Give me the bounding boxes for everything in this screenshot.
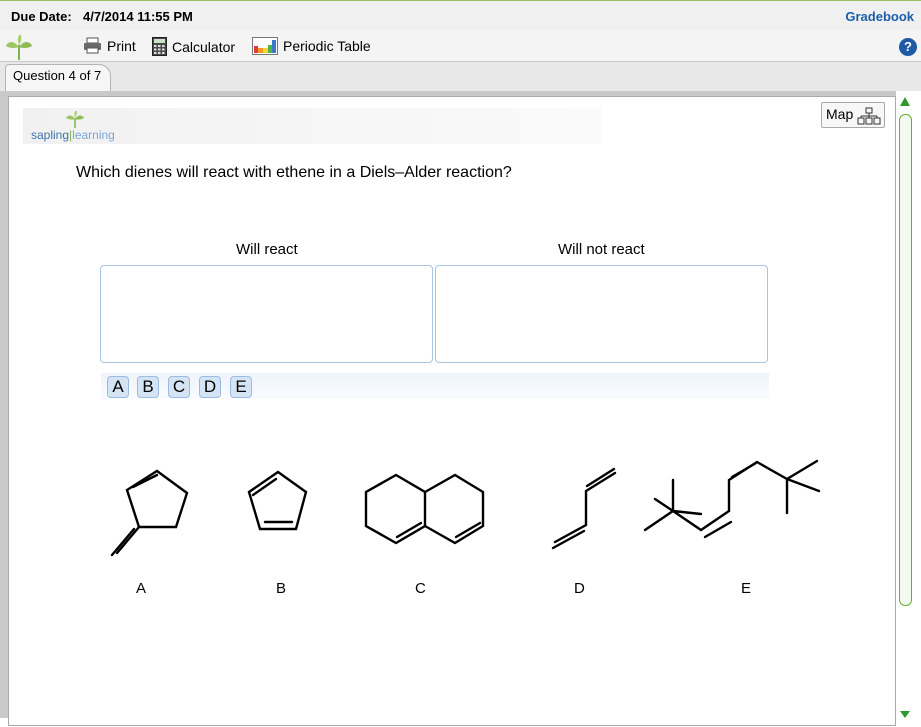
sapling-sprout-icon [6, 34, 32, 60]
molecule-label-e: E [741, 580, 752, 597]
scroll-thumb[interactable] [899, 114, 912, 606]
toolbar: Print Calculator Periodic Table ? [0, 30, 921, 62]
molecule-structures [110, 459, 821, 557]
calculator-button[interactable]: Calculator [152, 37, 235, 56]
calculator-icon [152, 37, 167, 56]
scroll-down-arrow-icon[interactable] [900, 711, 910, 718]
structure-d [551, 467, 617, 550]
print-label: Print [107, 37, 136, 54]
print-button[interactable]: Print [83, 37, 136, 54]
gradebook-link[interactable]: Gradebook [845, 9, 914, 24]
tab-question-4[interactable]: Question 4 of 7 [5, 64, 111, 91]
periodic-table-button[interactable]: Periodic Table [252, 37, 371, 55]
structure-c [364, 473, 485, 545]
structure-e [643, 459, 821, 539]
scroll-up-arrow-icon[interactable] [900, 97, 910, 106]
periodic-table-label: Periodic Table [283, 38, 371, 54]
tab-strip: Question 4 of 7 [0, 62, 921, 92]
calculator-label: Calculator [172, 38, 236, 55]
question-frame: sapling|learning Map Which dienes will r… [0, 91, 921, 726]
periodic-table-icon [252, 37, 278, 55]
structure-b [247, 470, 308, 531]
structure-a [110, 469, 189, 557]
help-icon[interactable]: ? [899, 38, 917, 56]
question-content: sapling|learning Map Which dienes will r… [8, 96, 896, 726]
molecule-label-d: D [574, 580, 585, 597]
molecule-label-c: C [415, 580, 426, 597]
molecule-label-b: B [276, 580, 287, 597]
molecule-label-a: A [136, 580, 147, 597]
vertical-scrollbar[interactable] [896, 91, 921, 718]
due-date-label: Due Date: [11, 9, 72, 24]
due-date-value: 4/7/2014 11:55 PM [83, 9, 193, 24]
top-bar: Due Date: 4/7/2014 11:55 PM Gradebook [0, 0, 921, 30]
printer-icon [84, 37, 101, 54]
